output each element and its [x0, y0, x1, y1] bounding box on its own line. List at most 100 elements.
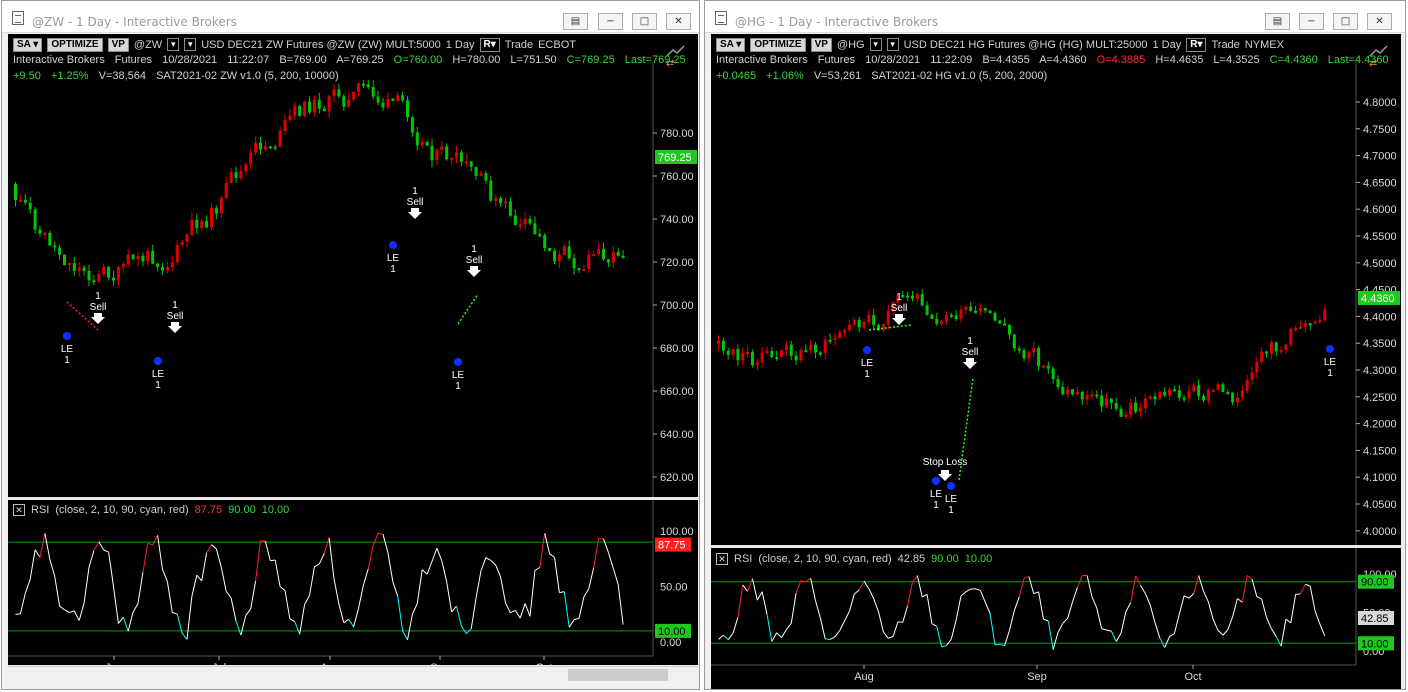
chart-window-hg[interactable]: @HG - 1 Day - Interactive Brokers ▤ − □ …	[704, 0, 1406, 690]
price-axis-label: 4.7500	[1363, 124, 1397, 136]
bid-value: B=4.4355	[982, 54, 1030, 66]
candle-body	[557, 254, 561, 262]
rsi-segment	[989, 613, 996, 645]
optimize-button[interactable]: OPTIMIZE	[750, 37, 806, 52]
chart-window-zw[interactable]: @ZW - 1 Day - Interactive Brokers ▤ − □ …	[1, 0, 700, 690]
sa-button[interactable]: SA ▾	[13, 37, 43, 52]
chart-options-dropdown[interactable]: ▾	[886, 38, 899, 51]
rsi-segment	[328, 537, 335, 579]
close-indicator-icon[interactable]: ✕	[13, 504, 25, 516]
horizontal-scrollbar[interactable]	[8, 666, 698, 683]
rsi-params: (close, 2, 10, 90, cyan, red)	[758, 553, 892, 565]
rsi-segment	[1013, 596, 1020, 611]
rsi-segment	[1154, 622, 1161, 639]
le-label: LE	[861, 358, 874, 369]
candle-body	[1260, 351, 1264, 362]
minimize-button[interactable]: −	[598, 13, 623, 30]
rsi-value: 87.75	[194, 504, 223, 516]
marker-count: 1	[95, 291, 101, 302]
candle-body	[1265, 351, 1269, 354]
low-value: L=751.50	[510, 54, 557, 66]
candle-body	[136, 255, 140, 260]
snapshot-button[interactable]: ▤	[1265, 13, 1290, 30]
candle-body	[940, 321, 944, 324]
rsi-segment	[1207, 601, 1214, 620]
symbol-label[interactable]: @ZW	[134, 39, 162, 51]
rsi-label: RSI	[31, 504, 50, 516]
candle-body	[1153, 396, 1157, 400]
sa-button[interactable]: SA ▾	[716, 37, 746, 52]
trade-label[interactable]: Trade	[505, 39, 533, 51]
candle-body	[219, 197, 223, 214]
volume-value: V=53,261	[813, 70, 862, 82]
sell-arrow-icon	[91, 313, 105, 324]
candle-body	[513, 215, 517, 226]
rsi-segment	[766, 614, 773, 642]
rsi-segment	[314, 563, 320, 568]
symbol-label[interactable]: @HG	[837, 39, 865, 51]
rsi-segment	[367, 545, 374, 569]
optimize-button[interactable]: OPTIMIZE	[47, 37, 103, 52]
candle-body	[72, 263, 76, 272]
candle-body	[479, 173, 483, 176]
chart-options-dropdown[interactable]: ▾	[184, 38, 197, 51]
candle-body	[983, 307, 987, 311]
candle-body	[489, 180, 493, 201]
symbol-dropdown[interactable]: ▾	[869, 38, 882, 51]
title-bar[interactable]: @HG - 1 Day - Interactive Brokers ▤ − □ …	[705, 1, 1405, 33]
sell-label: Sell	[167, 311, 184, 322]
chart-area[interactable]: 4.8000 4.7500 4.7000 4.6500 4.6000 4.5500 4.50…	[711, 34, 1401, 690]
r-dropdown[interactable]: R▾	[1186, 37, 1207, 52]
rsi-segment	[39, 533, 46, 558]
rsi-segment	[825, 638, 831, 640]
le-label: LE	[152, 369, 165, 380]
window-title: @ZW - 1 Day - Interactive Brokers	[32, 15, 237, 29]
rsi-segment	[723, 634, 729, 641]
close-button[interactable]: ✕	[1367, 13, 1392, 30]
price-axis-label: 4.8000	[1363, 97, 1397, 109]
close-button[interactable]: ✕	[666, 13, 691, 30]
candle-body	[273, 146, 277, 149]
candle-body	[205, 220, 209, 228]
candle-body	[621, 255, 625, 258]
symbol-dropdown[interactable]: ▾	[167, 38, 180, 51]
rsi-segment	[318, 553, 325, 565]
interval-label[interactable]: 1 Day	[1152, 39, 1181, 51]
trade-label[interactable]: Trade	[1211, 39, 1239, 51]
interval-label[interactable]: 1 Day	[446, 39, 475, 51]
candle-body	[1274, 342, 1278, 352]
candle-body	[195, 219, 199, 228]
rsi-segment	[718, 634, 724, 640]
rsi-segment	[960, 591, 967, 597]
rsi-segment	[137, 572, 144, 604]
rsi-segment	[49, 559, 56, 577]
title-bar[interactable]: @ZW - 1 Day - Interactive Brokers ▤ − □ …	[2, 1, 699, 33]
close-indicator-icon[interactable]: ✕	[716, 553, 728, 565]
candle-body	[499, 198, 503, 204]
rsi-segment	[1178, 595, 1185, 615]
snapshot-button[interactable]: ▤	[563, 13, 588, 30]
price-chart-canvas[interactable]: 780.00 760.00 740.00 720.00 700.00 680.00 660.…	[8, 34, 698, 665]
chart-area[interactable]: 780.00 760.00 740.00 720.00 700.00 680.00 660.…	[8, 34, 698, 665]
rsi-segment	[790, 593, 797, 624]
candle-body	[23, 199, 27, 203]
price-chart-canvas[interactable]: 4.8000 4.7500 4.7000 4.6500 4.6000 4.5500 4.50…	[711, 34, 1401, 690]
rsi-segment	[505, 602, 511, 613]
rsi-segment	[1188, 593, 1195, 599]
rsi-segment	[196, 574, 203, 582]
candle-body	[464, 161, 468, 164]
price-axis-label: 740.00	[660, 214, 694, 226]
scroll-thumb[interactable]	[568, 669, 668, 681]
candle-body	[780, 350, 784, 358]
r-dropdown[interactable]: R▾	[479, 37, 500, 52]
minimize-button[interactable]: −	[1299, 13, 1324, 30]
vp-button[interactable]: VP	[107, 37, 129, 52]
candle-body	[366, 84, 370, 87]
candle-body	[450, 157, 454, 160]
maximize-button[interactable]: □	[632, 13, 657, 30]
volume-value: V=38,564	[98, 70, 146, 82]
maximize-button[interactable]: □	[1333, 13, 1358, 30]
rsi-segment	[554, 557, 560, 593]
vp-button[interactable]: VP	[810, 37, 832, 52]
candle-body	[1071, 389, 1075, 395]
